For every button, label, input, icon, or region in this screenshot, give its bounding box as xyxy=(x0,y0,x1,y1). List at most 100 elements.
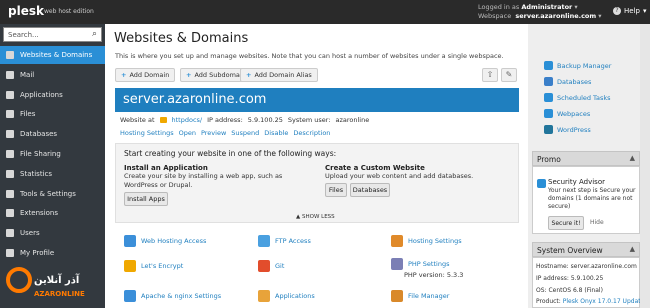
statistics-icon xyxy=(6,169,14,178)
azaronline-watermark-logo: آذر آنلاین AZARONLINE xyxy=(4,265,85,305)
webspace-selector[interactable]: server.azaronline.com xyxy=(515,12,596,20)
os-label: OS: xyxy=(536,287,547,294)
httpdocs-link[interactable]: httpdocs/ xyxy=(172,116,203,124)
hosting-settings-link[interactable]: Hosting Settings xyxy=(120,129,174,137)
secure-it-button[interactable]: Secure it! xyxy=(548,216,584,230)
databases-link[interactable]: Databases xyxy=(544,77,591,86)
collapse-icon[interactable]: ▲ xyxy=(630,245,635,253)
sidebar-item-extensions[interactable]: Extensions xyxy=(0,204,105,222)
add-domain-alias-button[interactable]: + Add Domain Alias xyxy=(240,68,318,82)
sidebar-item-files[interactable]: Files xyxy=(0,105,105,123)
file-sharing-icon xyxy=(6,150,14,158)
databases-icon xyxy=(6,130,14,139)
hide-link[interactable]: Hide xyxy=(590,219,604,227)
sidebar-item-mail[interactable]: Mail xyxy=(0,66,105,84)
profile-icon xyxy=(6,249,14,257)
sidebar-item-applications[interactable]: Applications xyxy=(0,86,105,104)
applications-feature-link[interactable]: Applications xyxy=(258,290,315,302)
backup-link[interactable]: Backup Manager xyxy=(544,61,611,70)
product-label: Product: xyxy=(536,298,561,305)
sidebar-item-tools-settings[interactable]: Tools & Settings xyxy=(0,185,105,203)
ip-address-value: 5.9.100.25 xyxy=(570,275,604,282)
sidebar-item-websites-domains[interactable]: Websites & Domains xyxy=(0,46,105,64)
sidebar-item-users[interactable]: Users xyxy=(0,224,105,242)
php-version: PHP version: 5.3.3 xyxy=(404,271,464,279)
sidebar-item-label: Files xyxy=(20,110,36,119)
sidebar-item-label: Extensions xyxy=(20,209,59,218)
hosting-settings-link[interactable]: Hosting Settings xyxy=(391,235,462,247)
folder-icon xyxy=(159,117,167,123)
search-icon[interactable]: ⌕ xyxy=(92,29,97,39)
user-menu[interactable]: Administrator xyxy=(521,3,572,11)
plus-icon: + xyxy=(121,71,127,79)
domain-header[interactable]: server.azaronline.com xyxy=(115,88,519,112)
suspend-link[interactable]: Suspend xyxy=(231,129,259,137)
feature-label: Applications xyxy=(275,292,315,300)
right-link-label: WordPress xyxy=(557,125,591,134)
edition-label: web host edition xyxy=(44,8,94,15)
web-hosting-link[interactable]: Web Hosting Access xyxy=(124,235,206,247)
sidebar-item-label: My Profile xyxy=(20,249,55,257)
webspaces-icon xyxy=(544,109,553,118)
help-icon: ? xyxy=(613,7,621,15)
website-info-row: Website at httpdocs/ IP address: 5.9.100… xyxy=(120,116,369,124)
promo-header[interactable]: Promo ▲ xyxy=(532,151,640,166)
open-link[interactable]: Open xyxy=(179,129,196,137)
security-advisor-title: Security Advisor xyxy=(548,178,605,186)
sidebar-item-label: File Sharing xyxy=(20,150,61,158)
help-menu[interactable]: ? Help ▾ xyxy=(613,7,646,15)
hostname-value: server.azaronline.com xyxy=(570,263,637,270)
lets-encrypt-link[interactable]: Let's Encrypt xyxy=(124,260,183,272)
add-subdomain-label: Add Subdomain xyxy=(194,71,246,79)
promo-title: Promo xyxy=(537,155,561,164)
sidebar-item-statistics[interactable]: Statistics xyxy=(0,165,105,183)
feature-label: Apache & nginx Settings xyxy=(141,292,222,300)
sidebar-item-my-profile[interactable]: My Profile xyxy=(0,244,105,262)
backup-icon xyxy=(544,61,553,70)
collapse-icon[interactable]: ▲ xyxy=(630,154,635,162)
files-button[interactable]: Files xyxy=(325,183,347,197)
logged-in-label: Logged in as xyxy=(478,3,520,11)
scheduled-tasks-link[interactable]: Scheduled Tasks xyxy=(544,93,610,102)
top-bar: plesk web host edition Logged in as Admi… xyxy=(0,0,650,24)
security-text: Your next step is Secure your domains (1… xyxy=(548,187,636,210)
add-domain-label: Add Domain xyxy=(129,71,170,79)
add-domain-button[interactable]: + Add Domain xyxy=(115,68,176,82)
preview-link[interactable]: Preview xyxy=(201,129,226,137)
webspaces-link[interactable]: Webpaces xyxy=(544,109,590,118)
php-link[interactable]: PHP Settings xyxy=(391,258,449,270)
search-input[interactable]: Search... ⌕ xyxy=(3,27,102,42)
scheduled-tasks-icon xyxy=(544,93,553,102)
ftp-link[interactable]: FTP Access xyxy=(258,235,311,247)
git-icon xyxy=(258,260,270,272)
product-link[interactable]: Plesk Onyx 17.0.17 Update xyxy=(563,298,645,305)
disable-link[interactable]: Disable xyxy=(264,129,288,137)
scrollbar[interactable] xyxy=(640,24,650,308)
wrench-icon[interactable]: ✎ xyxy=(501,68,517,82)
shield-icon xyxy=(537,179,546,188)
file-manager-icon xyxy=(391,290,403,302)
plesk-logo[interactable]: plesk xyxy=(8,4,44,18)
sidebar-item-label: Applications xyxy=(20,90,63,99)
sidebar-item-databases[interactable]: Databases xyxy=(0,125,105,143)
system-overview-header[interactable]: System Overview ▲ xyxy=(532,242,640,257)
feature-label: FTP Access xyxy=(275,237,311,245)
system-user-value: azaronline xyxy=(335,116,370,124)
description-link[interactable]: Description xyxy=(293,129,330,137)
sidebar-item-file-sharing[interactable]: File Sharing xyxy=(0,145,105,163)
show-less-toggle[interactable]: ▲ SHOW LESS xyxy=(296,214,335,220)
file-manager-link[interactable]: File Manager xyxy=(391,290,449,302)
feature-label: PHP Settings xyxy=(408,260,450,268)
sidebar-item-label: Mail xyxy=(20,70,35,79)
mail-icon xyxy=(6,70,14,79)
git-link[interactable]: Git xyxy=(258,260,284,272)
upload-icon[interactable]: ⇧ xyxy=(482,68,498,82)
apache-nginx-link[interactable]: Apache & nginx Settings xyxy=(124,290,221,302)
panel-title: Start creating your website in one of th… xyxy=(124,149,337,158)
ip-row: IP address: 5.9.100.25 xyxy=(536,275,603,283)
databases-button[interactable]: Databases xyxy=(350,183,390,197)
product-row: Product: Plesk Onyx 17.0.17 Update xyxy=(536,298,644,306)
install-apps-button[interactable]: Install Apps xyxy=(124,192,168,206)
hosting-settings-icon xyxy=(391,235,403,247)
wordpress-link[interactable]: WordPress xyxy=(544,125,591,134)
